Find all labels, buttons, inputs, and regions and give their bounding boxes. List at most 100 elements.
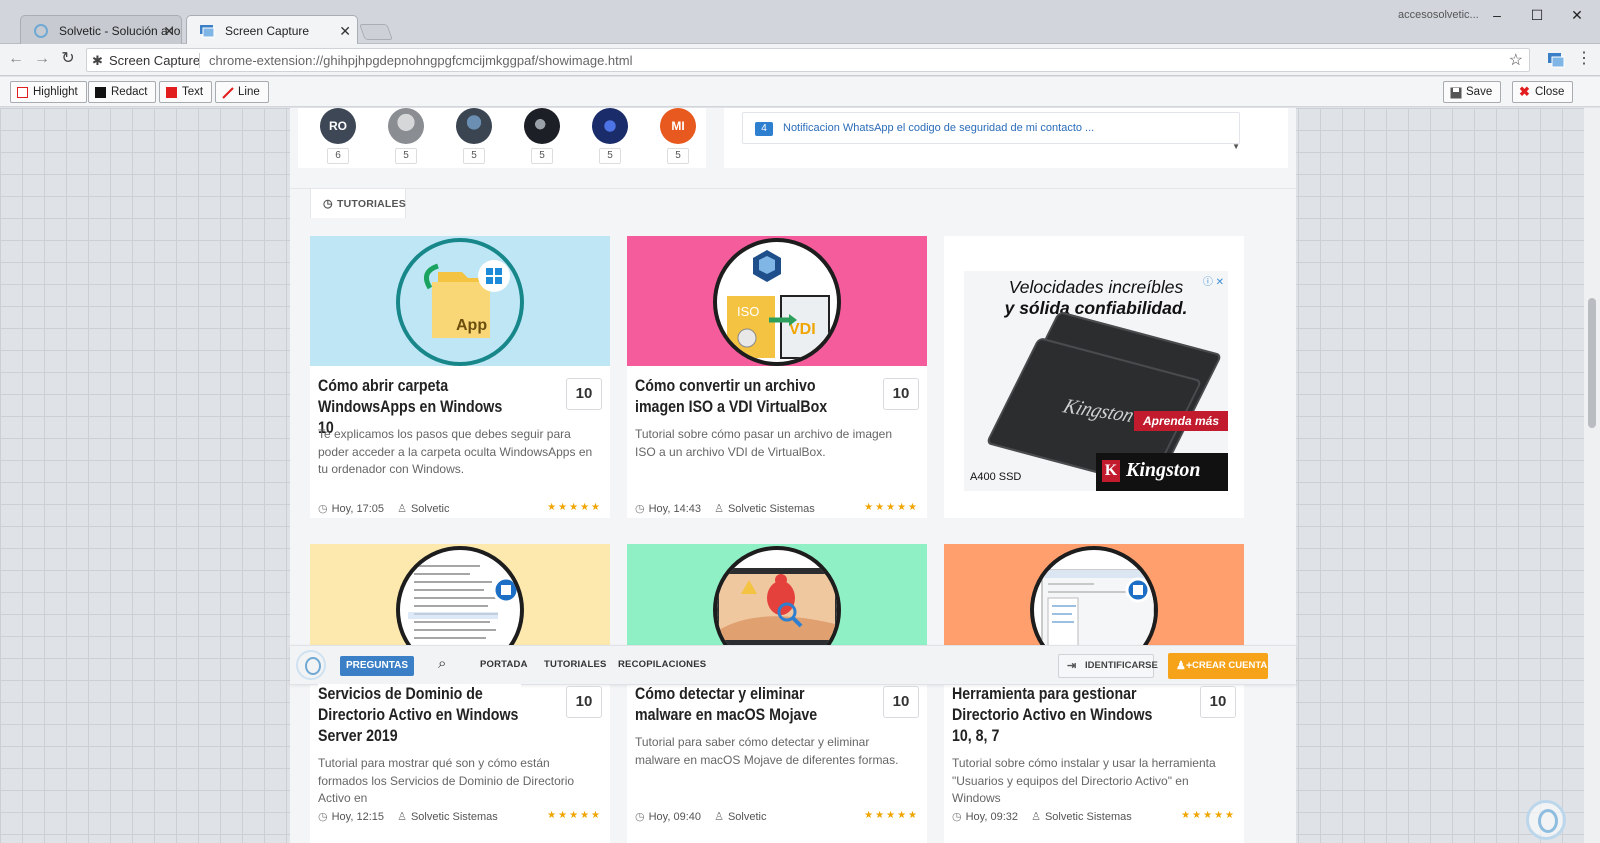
user-avatar-item[interactable]: RO 6 <box>318 108 358 164</box>
tutoriales-section-tab[interactable]: ◷ TUTORIALES <box>310 188 406 218</box>
redact-button[interactable]: Redact <box>88 81 157 103</box>
user-avatar-item[interactable]: 5 <box>590 108 630 164</box>
bookmark-star-icon[interactable]: ☆ <box>1509 50 1523 70</box>
text-button[interactable]: Text <box>159 81 213 103</box>
user-avatar-item[interactable]: 5 <box>522 108 562 164</box>
card-description: Tutorial para mostrar qué son y cómo est… <box>318 756 575 805</box>
line-icon <box>222 87 234 99</box>
forward-icon[interactable]: → <box>32 49 52 69</box>
user-count-badge: 6 <box>327 148 349 164</box>
reload-icon[interactable]: ↻ <box>58 49 78 69</box>
tab-solvetic[interactable]: Solvetic - Solución a los ✕ <box>20 15 182 45</box>
omnibox[interactable]: ✱ Screen Capture chrome-extension://ghih… <box>86 48 1530 72</box>
card-meta: ◷ Hoy, 17:05 ♙ Solvetic ★★★★★ <box>318 502 602 518</box>
profile-name[interactable]: accesosolvetic... <box>1398 9 1479 21</box>
rating-stars-icon: ★★★★★ <box>864 810 919 821</box>
user-icon: ♙ <box>1031 811 1041 823</box>
card-title[interactable]: Cómo convertir un archivo imagen ISO a V… <box>635 376 838 418</box>
tutorial-card-text: Herramienta para gestionar Directorio Ac… <box>944 544 1244 843</box>
card-description: Tutorial sobre cómo instalar y usar la h… <box>952 756 1216 805</box>
ad-headline: Velocidades increíbles y sólida confiabil… <box>1004 277 1188 318</box>
rating-stars-icon: ★★★★★ <box>1181 810 1236 821</box>
ad-banner[interactable]: Velocidades increíbles y sólida confiabil… <box>964 271 1228 491</box>
tab-close-icon[interactable]: ✕ <box>163 16 175 45</box>
browser-titlebar: Solvetic - Solución a los ✕ Screen Captu… <box>0 0 1600 45</box>
solvetic-favicon-icon <box>34 24 48 38</box>
avatar <box>524 108 560 144</box>
user-icon: ♙ <box>397 811 407 823</box>
tab-screen-capture[interactable]: Screen Capture ✕ <box>186 15 358 45</box>
tutorial-card[interactable]: App Cómo abrir carpeta WindowsApps en Wi… <box>310 236 610 518</box>
scrollbar-thumb[interactable] <box>1588 298 1596 428</box>
card-time: Hoy, 09:40 <box>648 811 701 823</box>
card-title[interactable]: Servicios de Dominio de Directorio Activ… <box>318 684 521 747</box>
captured-page: RO 6 5 5 5 5 MI 5 4 Notificacion WhatsAp… <box>290 108 1296 843</box>
card-description: Tutorial sobre cómo pasar un archivo de … <box>635 427 893 459</box>
card-meta: ◷ Hoy, 09:40 ♙ Solvetic ★★★★★ <box>635 810 919 826</box>
line-button[interactable]: Line <box>215 81 269 103</box>
card-author[interactable]: Solvetic Sistemas <box>1045 811 1132 823</box>
card-author[interactable]: Solvetic Sistemas <box>411 811 498 823</box>
svg-text:App: App <box>456 317 487 334</box>
notification-text: Notificacion WhatsApp el codigo de segur… <box>783 122 1095 134</box>
highlight-button[interactable]: Highlight <box>10 81 87 103</box>
clock-icon: ◷ <box>323 198 333 210</box>
screen-capture-extension-icon[interactable] <box>1547 51 1565 69</box>
menu-dots-icon[interactable]: ⋮ <box>1574 49 1594 69</box>
back-icon[interactable]: ← <box>6 49 26 69</box>
tab-title: Screen Capture <box>225 24 310 38</box>
rating-stars-icon: ★★★★★ <box>547 502 602 513</box>
avatar <box>456 108 492 144</box>
user-avatar-item[interactable]: 5 <box>386 108 426 164</box>
clock-icon: ◷ <box>318 503 328 515</box>
card-time: Hoy, 12:15 <box>331 811 384 823</box>
card-time: Hoy, 14:43 <box>648 503 701 515</box>
address-bar: ← → ↻ ✱ Screen Capture chrome-extension:… <box>0 44 1600 76</box>
capture-toolbar: Highlight Redact Text Line Save ✖ Close <box>0 77 1600 107</box>
top-users-panel: RO 6 5 5 5 5 MI 5 <box>298 108 706 168</box>
user-count-badge: 5 <box>463 148 485 164</box>
avatar <box>388 108 424 144</box>
user-count-badge: 5 <box>667 148 689 164</box>
user-avatar-item[interactable]: MI 5 <box>658 108 698 164</box>
kingston-advertisement[interactable]: Velocidades increíbles y sólida confiabil… <box>944 236 1244 518</box>
floppy-disk-icon <box>1450 87 1462 99</box>
capture-canvas: RO 6 5 5 5 5 MI 5 4 Notificacion WhatsAp… <box>0 108 1600 843</box>
ad-info-close-icon[interactable]: ⓘ ✕ <box>1203 273 1224 288</box>
tab-close-icon[interactable]: ✕ <box>339 16 351 45</box>
user-icon: ♙ <box>397 503 407 515</box>
clock-icon: ◷ <box>952 811 962 823</box>
card-author[interactable]: Solvetic <box>728 811 767 823</box>
new-tab-button[interactable] <box>359 24 393 40</box>
svg-text:ISO: ISO <box>737 304 759 319</box>
card-author[interactable]: Solvetic <box>411 503 450 515</box>
maximize-icon[interactable]: ☐ <box>1522 4 1552 26</box>
user-icon: ♙ <box>714 811 724 823</box>
scroll-down-icon[interactable]: ▼ <box>1232 142 1240 151</box>
url-text[interactable]: chrome-extension://ghihpjhpgdepnohngpgfc… <box>209 53 632 68</box>
user-icon: ♙ <box>714 503 724 515</box>
card-author[interactable]: Solvetic Sistemas <box>728 503 815 515</box>
user-avatar-item[interactable]: 5 <box>454 108 494 164</box>
folder-app-icon: App <box>423 260 510 338</box>
user-count-badge: 5 <box>531 148 553 164</box>
vertical-scrollbar[interactable] <box>1584 108 1600 843</box>
notification-item[interactable]: 4 Notificacion WhatsApp el codigo de seg… <box>742 112 1240 144</box>
svg-text:VDI: VDI <box>789 321 816 338</box>
ad-model-text: A400 SSD <box>970 471 1022 483</box>
tutorial-card-text: Cómo detectar y eliminar malware en macO… <box>627 544 927 843</box>
card-meta: ◷ Hoy, 14:43 ♙ Solvetic Sistemas ★★★★★ <box>635 502 919 518</box>
ad-cta-button[interactable]: Aprenda más <box>1134 411 1228 431</box>
save-button[interactable]: Save <box>1443 81 1502 103</box>
card-title[interactable]: Herramienta para gestionar Directorio Ac… <box>952 684 1155 747</box>
tutorial-card[interactable]: ISO VDI Cómo convertir un archivo imagen… <box>627 236 927 518</box>
minimize-icon[interactable]: – <box>1482 4 1512 26</box>
card-title[interactable]: Cómo detectar y eliminar malware en macO… <box>635 684 838 726</box>
window-close-icon[interactable]: ✕ <box>1562 4 1592 26</box>
solvetic-floating-logo-icon[interactable] <box>1526 800 1566 840</box>
card-description: Te explicamos los pasos que debes seguir… <box>318 427 593 476</box>
close-button[interactable]: ✖ Close <box>1512 81 1574 103</box>
card-meta: ◷ Hoy, 09:32 ♙ Solvetic Sistemas ★★★★★ <box>952 810 1236 826</box>
card-thumbnail: ISO VDI <box>627 236 927 366</box>
rating-stars-icon: ★★★★★ <box>547 810 602 821</box>
